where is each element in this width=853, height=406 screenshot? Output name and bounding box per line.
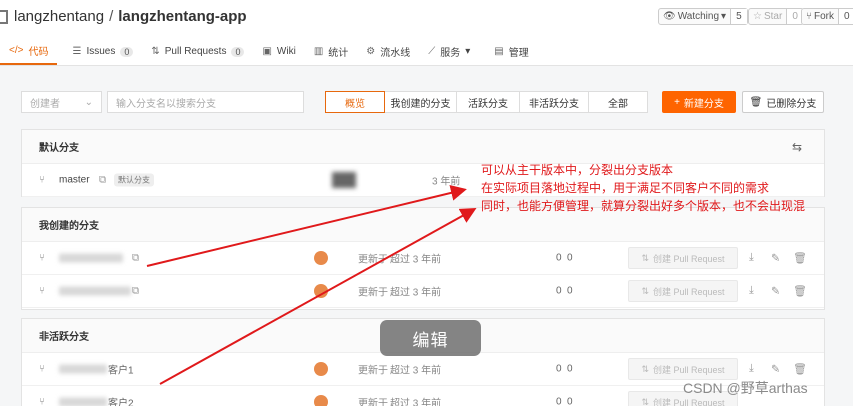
edit-tooltip: 编辑 [380, 320, 481, 356]
arrow-to-inactive-branches [159, 208, 477, 385]
watermark: CSDN @野草arthas [683, 380, 808, 396]
annotation-line-2: 在实际项目落地过程中，用于满足不同客户不同的需求 [481, 181, 770, 195]
annotation-line-3: 同时，也能方便管理，就算分裂出好多个版本，也不会出现混 [481, 199, 806, 213]
annotation-line-1: 可以从主干版本中，分裂出分支版本 [481, 163, 674, 177]
arrow-to-my-branches [146, 185, 467, 267]
